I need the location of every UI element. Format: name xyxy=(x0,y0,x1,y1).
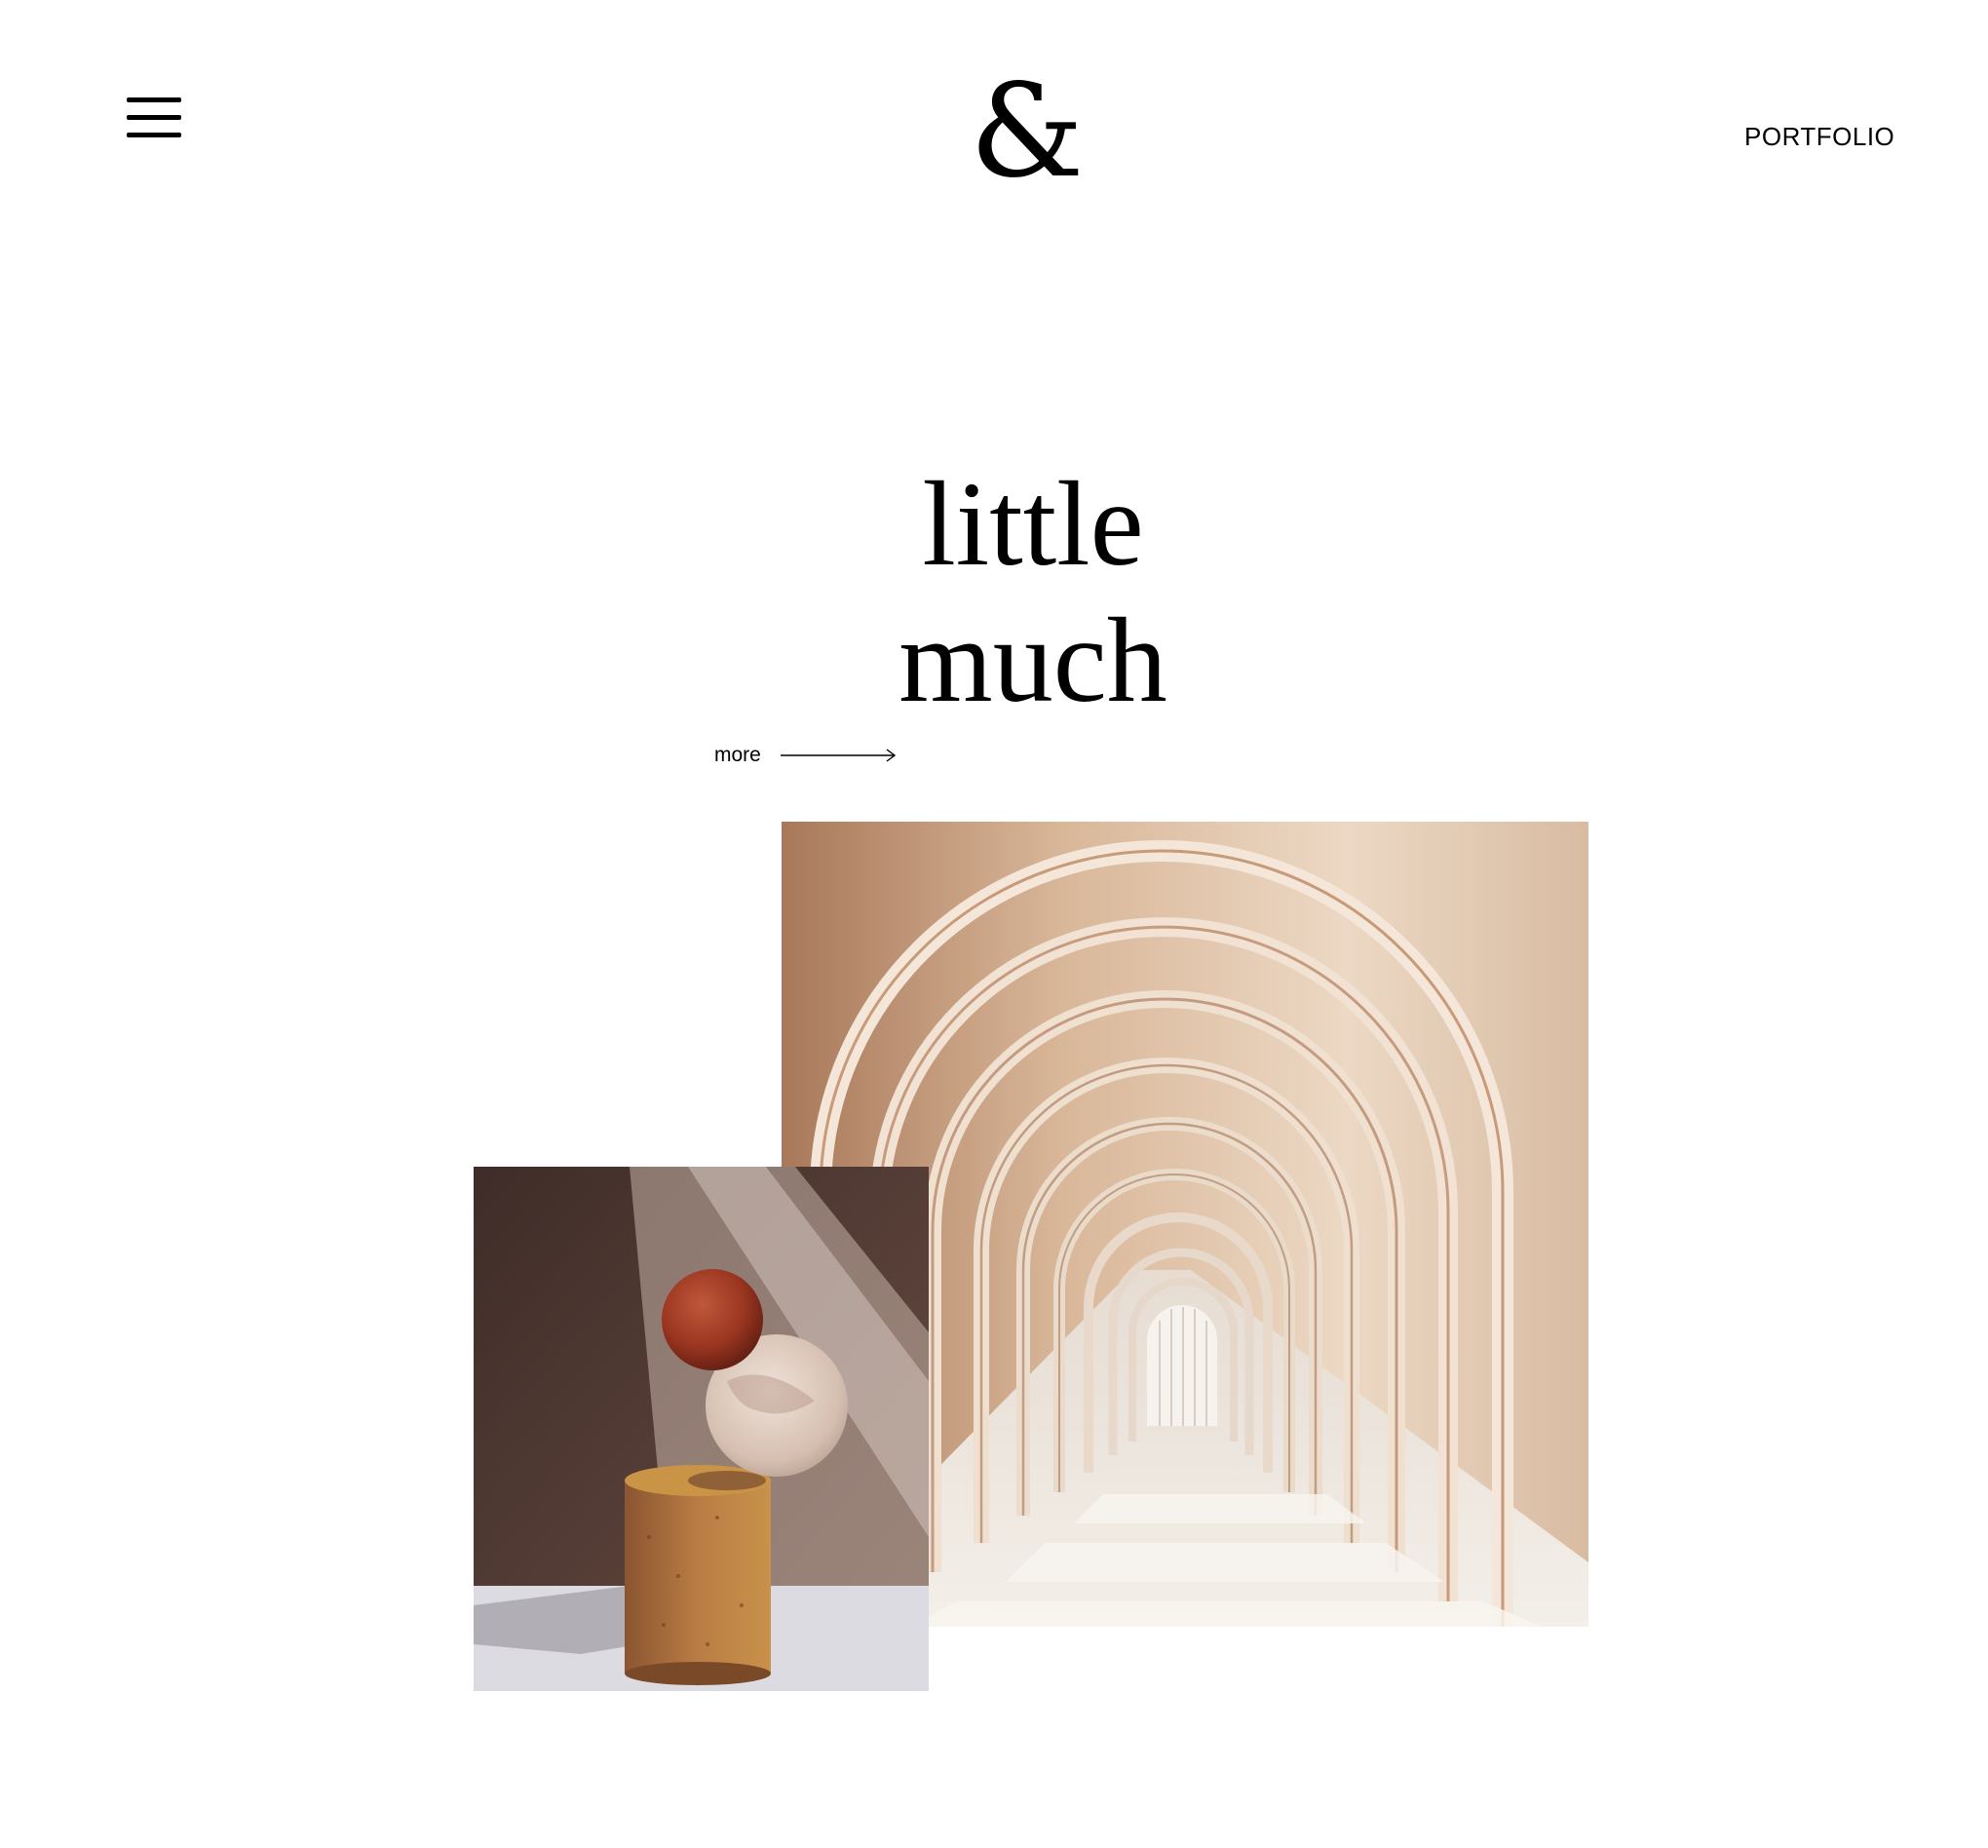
hero-title: little much xyxy=(799,456,1267,729)
hamburger-menu-icon-line xyxy=(127,115,181,120)
more-label: more xyxy=(714,744,761,766)
hero-title-line-2: much xyxy=(898,594,1167,727)
hero-title-line-1: little xyxy=(922,457,1144,591)
long-arrow-right-icon xyxy=(780,749,897,762)
portfolio-link[interactable]: PORTFOLIO xyxy=(1744,122,1894,152)
hamburger-menu-icon-line xyxy=(127,133,181,137)
site-logo[interactable]: & xyxy=(970,67,1085,196)
sculpture-image[interactable] xyxy=(474,1167,929,1691)
hamburger-menu-icon xyxy=(127,97,181,102)
more-link[interactable]: more xyxy=(714,741,898,770)
sculpture-illustration xyxy=(474,1167,929,1691)
menu-button[interactable] xyxy=(127,96,181,140)
